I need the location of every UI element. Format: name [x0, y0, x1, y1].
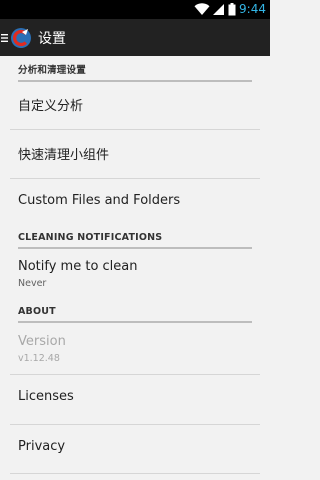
signal-icon [213, 4, 225, 15]
section-header-label: ABOUT [18, 306, 56, 317]
pref-quick-clean-widget[interactable]: 快速清理小组件 [0, 130, 270, 178]
pref-notify-me-to-clean[interactable]: Notify me to clean Never [0, 250, 270, 295]
settings-list: 分析和清理设置 自定义分析 快速清理小组件 Custom Files and F… [0, 56, 270, 480]
pref-version: Version v1.12.48 [0, 324, 270, 374]
section-header-label: CLEANING NOTIFICATIONS [18, 232, 163, 243]
section-divider [18, 321, 252, 323]
pref-custom-files-folders[interactable]: Custom Files and Folders [0, 179, 270, 223]
section-header-label: 分析和清理设置 [18, 65, 86, 76]
section-header-analysis: 分析和清理设置 [18, 62, 252, 82]
status-bar: 9:44 [0, 0, 270, 19]
pref-title: Licenses [18, 389, 74, 404]
page-title: 设置 [38, 30, 66, 47]
drawer-toggle-button[interactable] [0, 19, 33, 56]
ccleaner-logo-icon [11, 27, 31, 48]
pref-privacy[interactable]: Privacy [0, 425, 270, 473]
pref-title: Privacy [18, 439, 66, 454]
drawer-menu-icon [1, 33, 8, 42]
pref-licenses[interactable]: Licenses [0, 375, 270, 424]
action-bar: 设置 [0, 19, 270, 56]
pref-title: 快速清理小组件 [18, 148, 110, 163]
wifi-icon [194, 3, 210, 16]
section-divider [18, 247, 252, 249]
status-icons: 9:44 [194, 2, 266, 17]
status-time: 9:44 [239, 2, 266, 16]
battery-icon [228, 3, 236, 16]
pref-title: 自定义分析 [18, 99, 84, 114]
pref-title: Custom Files and Folders [18, 193, 181, 208]
pref-title: Version [18, 334, 66, 349]
section-header-cleaning-notifications: CLEANING NOTIFICATIONS [18, 232, 252, 249]
pref-summary: Never [18, 278, 47, 289]
pref-title: Notify me to clean [18, 259, 138, 274]
pref-summary: v1.12.48 [18, 353, 60, 364]
section-header-about: ABOUT [18, 306, 252, 323]
list-divider [10, 473, 260, 474]
pref-custom-analysis[interactable]: 自定义分析 [0, 80, 270, 129]
